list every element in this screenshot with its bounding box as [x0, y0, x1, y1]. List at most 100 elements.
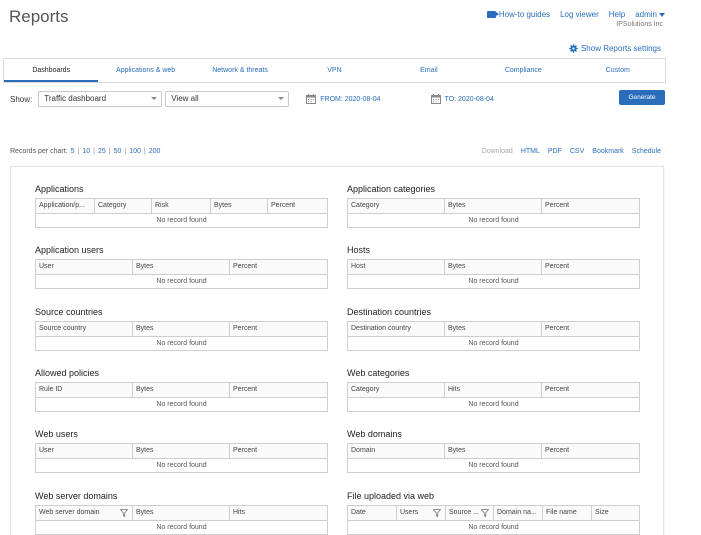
- column-header-label: Hits: [233, 508, 246, 516]
- column-header[interactable]: Domain na...: [494, 505, 543, 520]
- records-option-100[interactable]: 100: [129, 148, 141, 155]
- column-header[interactable]: Risk: [152, 199, 211, 213]
- log-viewer-link[interactable]: Log viewer: [560, 10, 599, 19]
- tab-email[interactable]: Email: [382, 59, 476, 82]
- view-select[interactable]: View all: [165, 91, 290, 107]
- column-header[interactable]: User: [36, 444, 133, 459]
- filter-icon[interactable]: [120, 508, 128, 517]
- tab-dashboards[interactable]: Dashboards: [4, 59, 99, 82]
- help-link[interactable]: Help: [609, 10, 625, 19]
- column-header[interactable]: Domain: [348, 444, 445, 459]
- column-header[interactable]: Percent: [542, 444, 639, 458]
- column-header[interactable]: Category: [95, 199, 152, 213]
- report-file-uploaded-via-web: File uploaded via web Date Users Source ...…: [347, 491, 640, 535]
- column-header[interactable]: Percent: [230, 322, 327, 336]
- column-header[interactable]: Bytes: [133, 321, 230, 336]
- pdf-export-link[interactable]: PDF: [548, 148, 562, 155]
- column-header[interactable]: Size: [592, 506, 639, 520]
- column-header-label: Hits: [448, 385, 461, 393]
- column-header[interactable]: Bytes: [211, 199, 268, 213]
- report-table: Category Bytes Percent No record found: [347, 198, 640, 228]
- from-date-picker[interactable]: FROM: 2020-08-04: [306, 94, 381, 104]
- separator: |: [143, 148, 146, 155]
- empty-state-message: No record found: [468, 400, 519, 408]
- column-header[interactable]: Bytes: [133, 444, 230, 459]
- records-option-25[interactable]: 25: [98, 148, 106, 155]
- tab-applications-web[interactable]: Applications & web: [98, 59, 192, 82]
- column-header[interactable]: Host: [348, 260, 445, 275]
- column-header[interactable]: Users: [397, 505, 446, 520]
- column-header[interactable]: Bytes: [445, 260, 542, 275]
- tab-vpn[interactable]: VPN: [287, 59, 381, 82]
- report-title: Destination countries: [347, 306, 432, 317]
- separator: |: [124, 148, 127, 155]
- column-header-label: Percent: [545, 447, 570, 455]
- column-header-label: Category: [98, 202, 127, 209]
- column-header[interactable]: Percent: [542, 260, 639, 274]
- download-link: Download: [481, 148, 513, 155]
- column-header[interactable]: Category: [348, 382, 445, 397]
- generate-button[interactable]: Generate: [619, 90, 665, 105]
- column-header[interactable]: Application/p...: [36, 199, 95, 213]
- column-header[interactable]: Destination country: [348, 321, 445, 336]
- tab-network-threats[interactable]: Network & threats: [193, 59, 287, 82]
- column-header[interactable]: Percent: [230, 383, 327, 397]
- column-header-label: Bytes: [448, 324, 466, 332]
- records-option-5[interactable]: 5: [71, 148, 75, 155]
- report-web-domains: Web domains Domain Bytes Percent No record f…: [347, 429, 640, 474]
- column-header-label: Web server domain: [39, 508, 100, 516]
- html-export-link[interactable]: HTML: [521, 148, 540, 155]
- column-header[interactable]: Bytes: [445, 199, 542, 213]
- column-header[interactable]: User: [36, 260, 133, 275]
- column-header[interactable]: Hits: [445, 382, 542, 397]
- column-header-label: Bytes: [448, 202, 466, 209]
- show-reports-settings-link[interactable]: Show Reports settings: [569, 44, 661, 53]
- column-header[interactable]: Date: [348, 505, 397, 520]
- column-header[interactable]: Percent: [268, 199, 325, 213]
- column-header[interactable]: Percent: [542, 322, 639, 336]
- how-to-guides-link[interactable]: How-to guides: [486, 10, 550, 19]
- column-header[interactable]: Bytes: [133, 382, 230, 397]
- table-header: Application/p... Category Risk Bytes Percent: [36, 199, 327, 214]
- column-header[interactable]: Category: [348, 199, 445, 213]
- column-header[interactable]: Percent: [230, 260, 327, 274]
- records-option-200[interactable]: 200: [149, 148, 161, 155]
- column-header[interactable]: Source ...: [446, 505, 494, 520]
- to-date-picker[interactable]: TO: 2020-08-04: [430, 94, 494, 104]
- column-header[interactable]: File name: [543, 505, 592, 520]
- table-header: Date Users Source ... Domain na... File name…: [348, 505, 639, 521]
- gear-icon: [569, 44, 578, 53]
- column-header[interactable]: Percent: [542, 199, 639, 213]
- column-header[interactable]: Percent: [230, 444, 327, 458]
- column-header[interactable]: Web server domain: [36, 505, 133, 520]
- column-header[interactable]: Bytes: [133, 505, 230, 520]
- column-header[interactable]: Source country: [36, 321, 133, 336]
- records-option-50[interactable]: 50: [114, 148, 122, 155]
- report-table: Date Users Source ... Domain na... File name…: [347, 504, 640, 535]
- column-header[interactable]: Percent: [542, 383, 639, 397]
- filter-icon[interactable]: [481, 508, 489, 517]
- records-option-10[interactable]: 10: [82, 148, 90, 155]
- column-header-label: Percent: [233, 385, 258, 393]
- tab-custom[interactable]: Custom: [571, 59, 665, 82]
- user-menu[interactable]: admin: [635, 10, 665, 19]
- csv-export-link[interactable]: CSV: [570, 148, 584, 155]
- tab-compliance[interactable]: Compliance: [476, 59, 570, 82]
- column-header[interactable]: Bytes: [445, 321, 542, 336]
- column-header[interactable]: Hits: [230, 506, 327, 520]
- bookmark-link[interactable]: Bookmark: [592, 148, 624, 155]
- column-header-label: Category: [351, 202, 380, 209]
- filter-icon[interactable]: [433, 508, 441, 517]
- column-header[interactable]: Rule ID: [36, 382, 133, 397]
- column-header-label: Bytes: [136, 324, 154, 332]
- report-title: Application categories: [347, 184, 436, 194]
- column-header[interactable]: Bytes: [133, 260, 230, 275]
- report-title: Source countries: [35, 306, 103, 317]
- dashboard-select[interactable]: Traffic dashboard: [38, 91, 163, 107]
- column-header-label: Bytes: [136, 263, 154, 271]
- column-header[interactable]: Bytes: [445, 444, 542, 459]
- column-header-label: Source ...: [449, 508, 479, 516]
- report-title: Web categories: [347, 367, 410, 378]
- empty-state-message: No record found: [468, 523, 519, 531]
- schedule-link[interactable]: Schedule: [632, 148, 661, 155]
